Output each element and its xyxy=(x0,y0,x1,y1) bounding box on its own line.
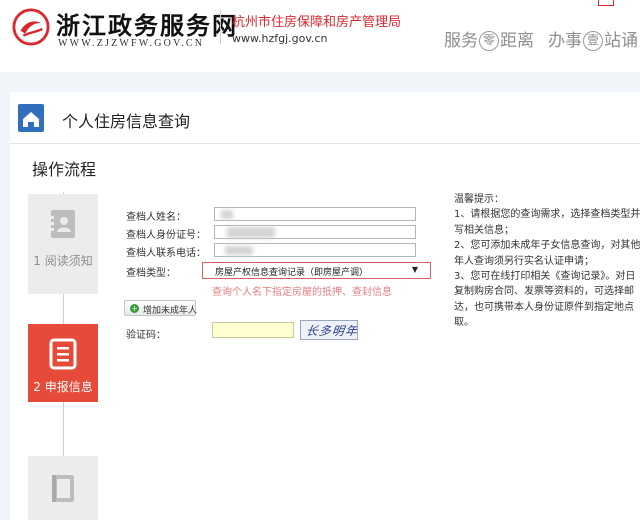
tips-line: 1、请根据您的查询需求，选择查档类型并填 xyxy=(454,209,640,221)
slogan-circle-one: 壹 xyxy=(583,31,603,51)
captcha-input[interactable] xyxy=(212,322,294,338)
captcha-label: 验证码： xyxy=(126,330,166,341)
header-divider xyxy=(220,10,221,44)
site-header: 浙江政务服务网 WWW.ZJZWFW.GOV.CN 杭州市住房保障和房产管理局 … xyxy=(0,0,640,72)
captcha-image[interactable]: 长多明年 xyxy=(300,320,358,340)
site-url[interactable]: WWW.ZJZWFW.GOV.CN xyxy=(58,38,204,49)
tips-title: 温馨提示： xyxy=(454,194,504,205)
add-minor-label: 增加未成年人 xyxy=(143,306,198,316)
plus-circle-icon: + xyxy=(130,304,139,313)
query-type-hint: 查询个人名下指定房屋的抵押、查封信息 xyxy=(212,287,392,298)
slogan-circle-zero: 零 xyxy=(479,31,499,51)
tips-line: 年人查询须另行实名认证申请； xyxy=(454,255,594,267)
flow-title: 操作流程 xyxy=(32,160,97,179)
corner-decoration xyxy=(598,0,614,6)
zhejiang-emblem-icon xyxy=(12,8,50,46)
content-panel: 个人住房信息查询 操作流程 1 阅读须知 2 申报信息 查档人姓名： 查档人身份… xyxy=(10,92,640,520)
name-label: 查档人姓名： xyxy=(126,212,186,223)
page-title: 个人住房信息查询 xyxy=(62,112,191,131)
tips-panel: 温馨提示： 1、请根据您的查询需求，选择查档类型并填 写相关信息； 2、您可添加… xyxy=(454,192,640,331)
slogan-part2-post: 站诵 xyxy=(604,31,638,51)
book-icon xyxy=(52,475,74,502)
tips-line: 2、您可添加未成年子女信息查询，对其他 xyxy=(454,240,640,252)
slogan-part2-pre: 办事 xyxy=(548,31,582,51)
tips-line: 复制购房合同、发票等资料的，可选择邮 xyxy=(454,286,634,298)
tips-line: 3、您可在线打印相关《查询记录》。对日 xyxy=(454,271,636,283)
id-number-label: 查档人身份证号： xyxy=(126,230,206,241)
tips-line: 达，也可携带本人身份证原件到指定地点 xyxy=(454,301,634,313)
redacted-value xyxy=(227,227,275,238)
form-list-icon xyxy=(49,338,77,370)
captcha-text: 长多明年 xyxy=(304,324,358,338)
query-type-selected: 房屋产权信息查询记录（即房屋产调） xyxy=(215,268,369,278)
step-label: 1 阅读须知 xyxy=(33,254,93,268)
bureau-url[interactable]: www.hzfgj.gov.cn xyxy=(232,32,328,45)
page-title-bar: 个人住房信息查询 xyxy=(10,92,640,144)
home-icon[interactable] xyxy=(18,104,44,132)
name-field[interactable] xyxy=(214,207,416,221)
dropdown-arrow-icon: ▼ xyxy=(411,265,418,274)
step-read-notice[interactable]: 1 阅读须知 xyxy=(28,194,98,294)
redacted-value xyxy=(225,246,253,255)
query-type-label: 查档类型： xyxy=(126,268,176,279)
step-label: 2 申报信息 xyxy=(33,380,93,394)
slogan-part1-post: 距离 xyxy=(500,31,534,51)
slogan-part1-pre: 服务 xyxy=(444,31,478,51)
id-number-field[interactable] xyxy=(214,225,416,239)
phone-label: 查档人联系电话： xyxy=(126,248,206,259)
phone-field[interactable] xyxy=(214,243,416,257)
bureau-name[interactable]: 杭州市住房保障和房产管理局 xyxy=(232,11,401,30)
tips-line: 写相关信息； xyxy=(454,224,514,236)
query-type-select[interactable]: 房屋产权信息查询记录（即房屋产调） ▼ xyxy=(202,262,431,279)
step-next[interactable] xyxy=(28,456,98,520)
service-slogan: 服务零距离 办事壹站诵 xyxy=(444,26,638,51)
redacted-value xyxy=(221,210,233,219)
id-card-icon xyxy=(50,210,75,238)
tips-line: 取。 xyxy=(454,317,474,329)
step-submit-info[interactable]: 2 申报信息 xyxy=(28,324,98,402)
add-minor-button[interactable]: + 增加未成年人 xyxy=(124,300,198,316)
site-name[interactable]: 浙江政务服务网 xyxy=(56,6,238,41)
